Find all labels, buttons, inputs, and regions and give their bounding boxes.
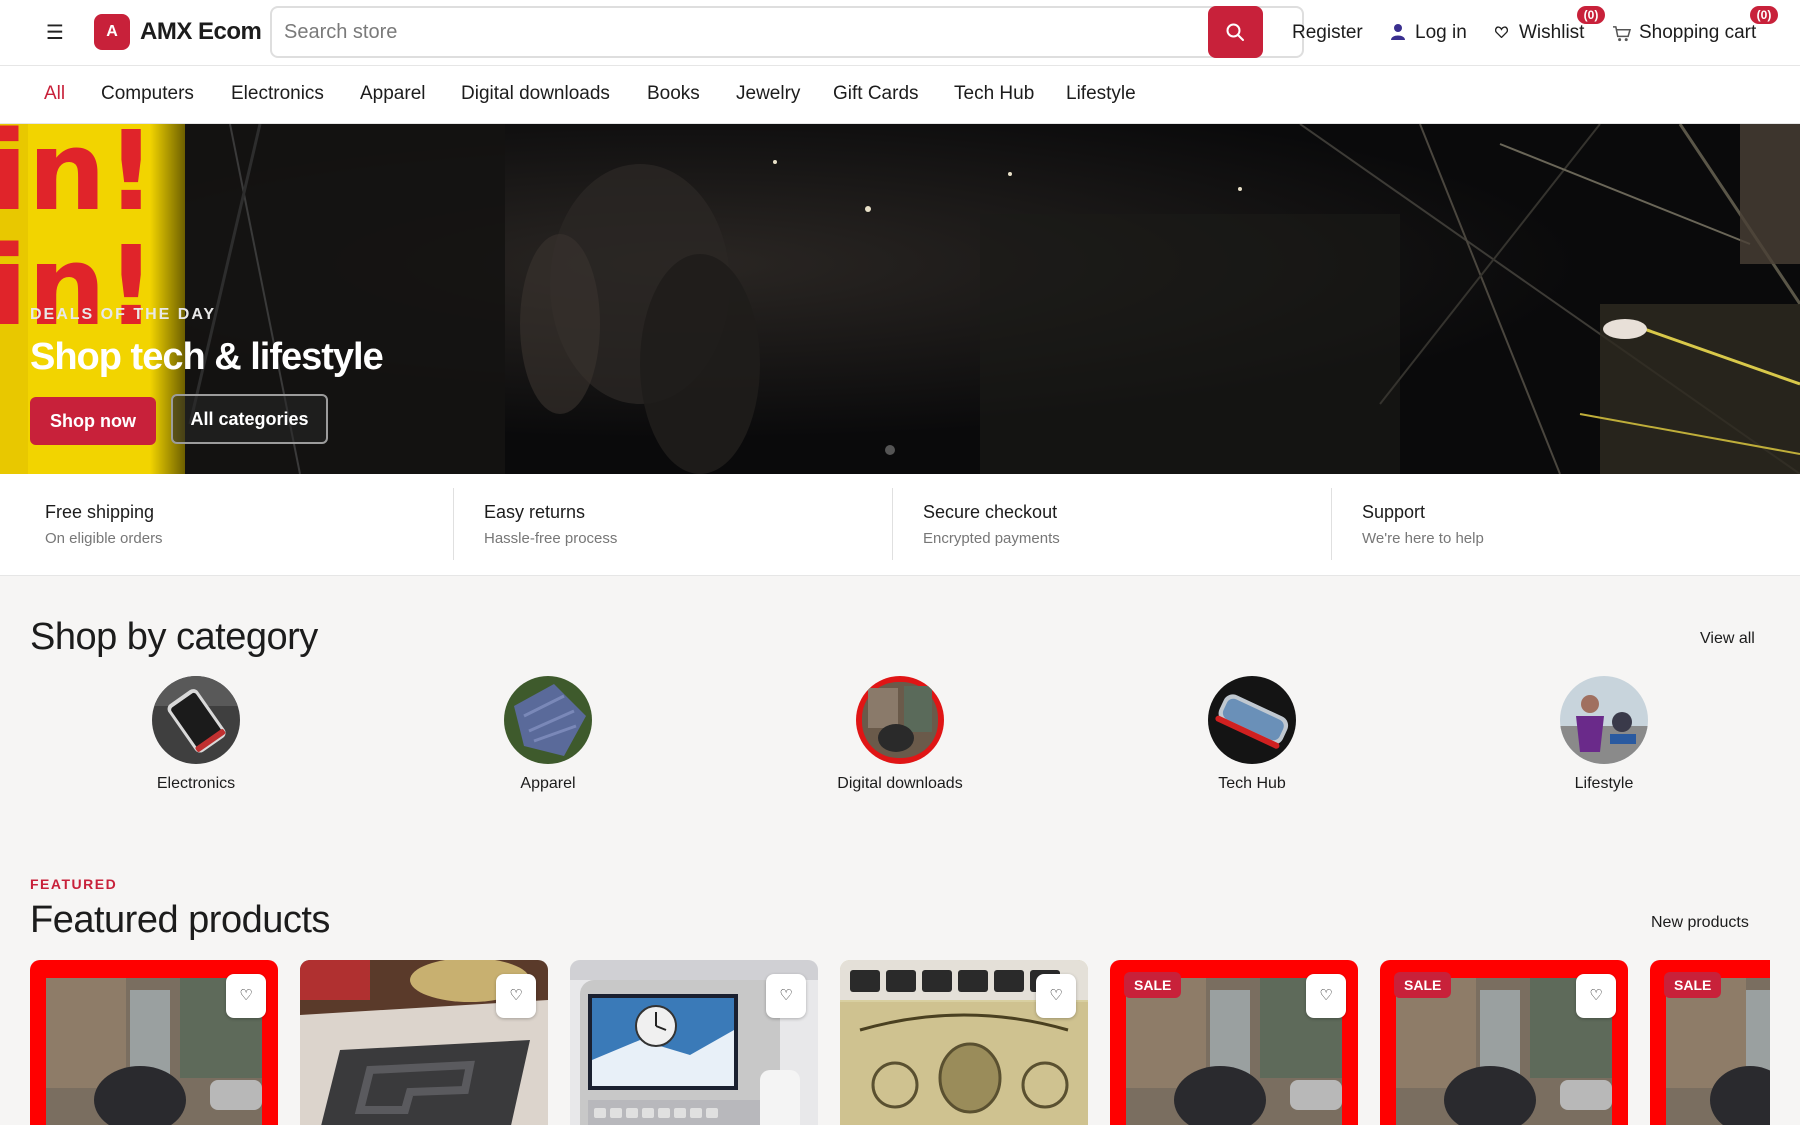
heart-icon: ♡ [779, 987, 793, 1004]
nav-category-apparel[interactable]: Apparel [360, 83, 426, 105]
feature-title: Free shipping [45, 502, 155, 522]
heart-icon: ♡ [239, 987, 253, 1004]
nav-category-gift-cards[interactable]: Gift Cards [833, 83, 919, 105]
divider [453, 488, 454, 560]
add-to-wishlist-button[interactable]: ♡ [1036, 974, 1076, 1018]
heart-icon: ♡ [1589, 987, 1603, 1004]
feature-title: Secure checkout [923, 502, 1058, 522]
sale-badge: SALE [1394, 972, 1452, 998]
sale-badge: SALE [1124, 972, 1182, 998]
category-nav: All Computers Electronics Apparel Digita… [0, 66, 1800, 124]
product-card[interactable]: SALE [1650, 960, 1770, 1125]
hero-eyebrow: DEALS OF THE DAY [30, 306, 217, 323]
product-card[interactable]: SALE ♡ [1110, 960, 1358, 1125]
feature-subtitle: Encrypted payments [923, 530, 1060, 547]
heart-icon: ♡ [1049, 987, 1063, 1004]
feature-title: Easy returns [484, 502, 586, 522]
nav-category-computers[interactable]: Computers [101, 83, 194, 105]
shop-now-button[interactable]: Shop now [30, 397, 156, 445]
shop-by-category-title: Shop by category [30, 616, 318, 658]
logo-mark[interactable]: A [94, 14, 130, 50]
shopping-cart-link[interactable]: Shopping cart [1639, 22, 1756, 44]
category-label-apparel[interactable]: Apparel [428, 775, 668, 793]
add-to-wishlist-button[interactable]: ♡ [766, 974, 806, 1018]
feature-title: Support [1362, 502, 1426, 522]
carousel-dot[interactable] [885, 445, 895, 455]
new-products-link[interactable]: New products [1651, 914, 1749, 932]
nav-category-all[interactable]: All [44, 83, 65, 105]
menu-icon[interactable]: ☰ [44, 22, 66, 44]
nav-category-lifestyle[interactable]: Lifestyle [1066, 83, 1136, 105]
nav-category-jewelry[interactable]: Jewelry [736, 83, 800, 105]
category-image-tech-hub[interactable] [1208, 676, 1296, 764]
heart-icon: ♡ [509, 987, 523, 1004]
add-to-wishlist-button[interactable]: ♡ [496, 974, 536, 1018]
product-card[interactable]: ♡ [570, 960, 818, 1125]
search-icon [1226, 23, 1244, 41]
feature-subtitle: We're here to help [1362, 530, 1484, 547]
svg-text:in!: in! [0, 124, 156, 235]
wishlist-link[interactable]: Wishlist [1519, 22, 1584, 44]
category-image-digital-downloads[interactable] [856, 676, 944, 764]
fabric-image [504, 676, 592, 764]
search-input[interactable] [284, 8, 1204, 56]
all-categories-button[interactable]: All categories [171, 394, 328, 444]
search-box [270, 6, 1304, 58]
sale-badge: SALE [1664, 972, 1722, 998]
featured-products-title: Featured products [30, 899, 330, 941]
category-image-electronics[interactable] [152, 676, 240, 764]
cart-count-badge: (0) [1750, 6, 1778, 24]
view-all-link[interactable]: View all [1700, 630, 1755, 648]
user-icon [1391, 24, 1405, 40]
add-to-wishlist-button[interactable]: ♡ [1576, 974, 1616, 1018]
heart-icon: ♡ [1319, 987, 1333, 1004]
svg-text:in!: in! [0, 222, 156, 350]
category-image-apparel[interactable] [504, 676, 592, 764]
nav-category-digital-downloads[interactable]: Digital downloads [461, 83, 610, 105]
heart-icon [1495, 26, 1508, 38]
category-label-tech-hub[interactable]: Tech Hub [1132, 775, 1372, 793]
logo-text[interactable]: AMX Ecom [140, 18, 262, 46]
featured-eyebrow: FEATURED [30, 876, 118, 892]
product-card[interactable]: ♡ [840, 960, 1088, 1125]
feature-subtitle: Hassle-free process [484, 530, 618, 547]
category-label-digital-downloads[interactable]: Digital downloads [780, 775, 1020, 793]
cart-icon [1613, 26, 1631, 42]
nav-category-books[interactable]: Books [647, 83, 700, 105]
hero-banner: in! in! DEALS OF THE DAY Shop tech & lif… [0, 124, 1800, 474]
search-button[interactable] [1208, 6, 1263, 58]
feature-subtitle: On eligible orders [45, 530, 163, 547]
category-label-lifestyle[interactable]: Lifestyle [1484, 775, 1724, 793]
product-card[interactable]: ♡ [300, 960, 548, 1125]
add-to-wishlist-button[interactable]: ♡ [226, 974, 266, 1018]
add-to-wishlist-button[interactable]: ♡ [1306, 974, 1346, 1018]
hero-title: Shop tech & lifestyle [30, 336, 384, 378]
site-header: ☰ A AMX Ecom Register Log in Wishlist (0… [0, 0, 1800, 66]
nav-category-tech-hub[interactable]: Tech Hub [954, 83, 1034, 105]
divider [1331, 488, 1332, 560]
category-image-lifestyle[interactable] [1560, 676, 1648, 764]
device-image [1208, 676, 1296, 764]
street-image [856, 676, 944, 764]
product-card[interactable]: SALE ♡ [1380, 960, 1628, 1125]
nav-category-electronics[interactable]: Electronics [231, 83, 324, 105]
login-link[interactable]: Log in [1415, 22, 1467, 44]
divider [892, 488, 893, 560]
wishlist-count-badge: (0) [1577, 6, 1605, 24]
lifestyle-image [1560, 676, 1648, 764]
features-strip: Free shipping On eligible orders Easy re… [0, 474, 1800, 576]
phone-image [152, 676, 240, 764]
register-link[interactable]: Register [1292, 22, 1363, 44]
product-card[interactable]: ♡ [30, 960, 278, 1125]
category-label-electronics[interactable]: Electronics [76, 775, 316, 793]
